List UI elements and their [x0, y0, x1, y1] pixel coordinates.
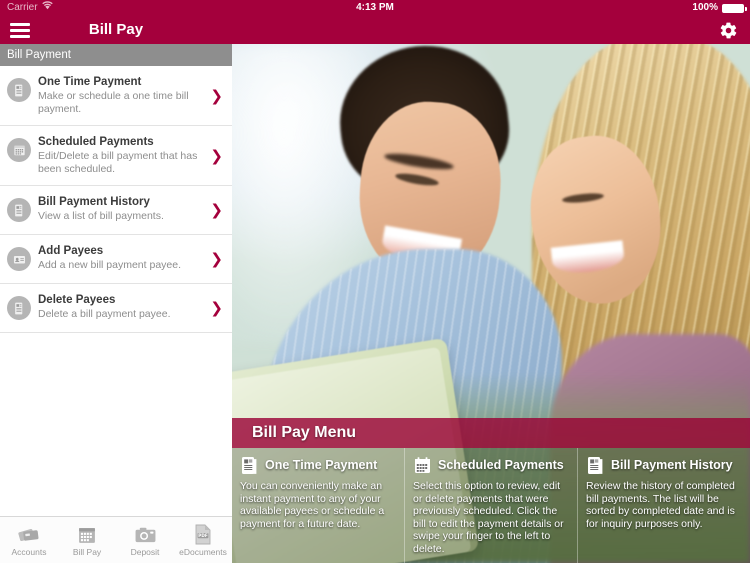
- sidebar-item-add-payees[interactable]: Add Payees Add a new bill payment payee.…: [0, 235, 232, 284]
- menu-list: One Time Payment Make or schedule a one …: [0, 66, 232, 333]
- cards-icon: [0, 524, 58, 546]
- bill-document-icon: [7, 296, 31, 320]
- gear-icon[interactable]: [719, 21, 738, 40]
- svg-text:PDF: PDF: [198, 533, 208, 538]
- tab-label: Accounts: [11, 546, 47, 557]
- tab-label: Bill Pay: [72, 546, 102, 557]
- tab-edocuments[interactable]: PDF eDocuments: [174, 524, 232, 557]
- overlay-column-header: Scheduled Payments: [413, 454, 569, 476]
- sidebar-item-scheduled-payments[interactable]: Scheduled Payments Edit/Delete a bill pa…: [0, 126, 232, 186]
- chevron-right-icon: ❯: [210, 299, 223, 317]
- battery-icon: [722, 3, 747, 13]
- overlay-column-title: One Time Payment: [265, 458, 378, 472]
- hero-photo: Bill Pay Menu One Time Payment You can c…: [232, 44, 750, 563]
- overlay-column-body: You can conveniently make an instant pay…: [240, 480, 385, 530]
- overlay-column-scheduled-payments[interactable]: Scheduled Payments Select this option to…: [405, 448, 578, 563]
- overlay-column-bill-payment-history[interactable]: Bill Payment History Review the history …: [578, 448, 750, 563]
- status-bar: Carrier 4:13 PM 100%: [0, 0, 750, 16]
- chevron-right-icon: ❯: [210, 250, 223, 268]
- calendar-icon: [58, 524, 116, 546]
- pdf-document-icon: PDF: [174, 524, 232, 546]
- overlay-column-body: Select this option to review, edit or de…: [413, 480, 564, 555]
- sidebar-item-delete-payees[interactable]: Delete Payees Delete a bill payment paye…: [0, 284, 232, 333]
- overlay-columns: One Time Payment You can conveniently ma…: [232, 448, 750, 563]
- app-root: Carrier 4:13 PM 100% Bill Pay Menu One T…: [0, 0, 750, 563]
- page-title: Bill Pay: [88, 21, 144, 38]
- calendar-icon: [413, 456, 432, 475]
- tab-accounts[interactable]: Accounts: [0, 524, 58, 557]
- tab-deposit[interactable]: Deposit: [116, 524, 174, 557]
- bill-document-icon: [240, 456, 259, 475]
- overlay-title: Bill Pay Menu: [232, 418, 750, 448]
- bottom-tab-bar: Accounts Bill Pay Deposit PDF eDocuments: [0, 516, 232, 563]
- camera-icon: [116, 524, 174, 546]
- tab-bill-pay[interactable]: Bill Pay: [58, 524, 116, 557]
- main-content: Bill Pay Menu One Time Payment You can c…: [232, 16, 750, 563]
- sidebar-item-title: Bill Payment History: [38, 196, 150, 208]
- sidebar-item-title: One Time Payment: [38, 76, 142, 88]
- sidebar-item-subtitle: Add a new bill payment payee.: [38, 259, 182, 271]
- overlay-column-header: Bill Payment History: [586, 454, 742, 476]
- battery-percent-label: 100%: [692, 2, 718, 13]
- status-bar-right: 100%: [692, 0, 747, 16]
- status-bar-time: 4:13 PM: [356, 2, 394, 13]
- sidebar-item-bill-payment-history[interactable]: Bill Payment History View a list of bill…: [0, 186, 232, 235]
- payee-card-icon: [7, 247, 31, 271]
- sidebar-item-one-time-payment[interactable]: One Time Payment Make or schedule a one …: [0, 66, 232, 126]
- bill-document-icon: [7, 198, 31, 222]
- chevron-right-icon: ❯: [210, 146, 223, 165]
- sidebar-item-subtitle: View a list of bill payments.: [38, 210, 164, 222]
- bill-document-icon: [586, 456, 605, 475]
- sidebar-item-title: Add Payees: [38, 245, 104, 257]
- sidebar-header: Bill Pay: [0, 16, 232, 44]
- overlay-column-header: One Time Payment: [240, 454, 396, 476]
- overlay-column-one-time-payment[interactable]: One Time Payment You can conveniently ma…: [232, 448, 405, 563]
- sidebar-item-subtitle: Edit/Delete a bill payment that has been…: [38, 150, 198, 175]
- sidebar: Bill Pay Bill Payment One Time Payment M…: [0, 16, 232, 563]
- sidebar-item-subtitle: Make or schedule a one time bill payment…: [38, 90, 189, 115]
- overlay-column-body: Review the history of completed bill pay…: [586, 480, 735, 530]
- chevron-right-icon: ❯: [210, 201, 223, 219]
- tab-label: eDocuments: [179, 546, 227, 557]
- sidebar-item-title: Scheduled Payments: [38, 136, 154, 148]
- tab-label: Deposit: [130, 546, 160, 557]
- section-header: Bill Payment: [0, 44, 232, 66]
- sidebar-item-subtitle: Delete a bill payment payee.: [38, 308, 171, 320]
- overlay-column-title: Bill Payment History: [611, 458, 733, 472]
- sidebar-item-title: Delete Payees: [38, 294, 116, 306]
- calendar-icon: [7, 138, 31, 162]
- main-header-bar: [232, 16, 750, 44]
- chevron-right-icon: ❯: [210, 86, 223, 105]
- overlay-column-title: Scheduled Payments: [438, 458, 564, 472]
- bill-document-icon: [7, 78, 31, 102]
